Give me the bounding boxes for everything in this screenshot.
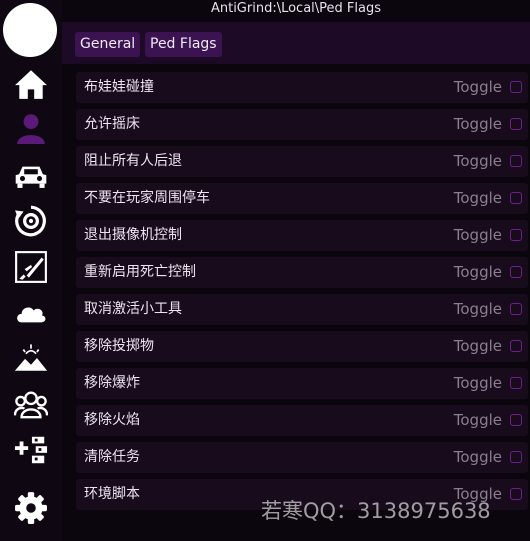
toggle-label: Toggle [453, 78, 502, 96]
person-icon[interactable] [11, 110, 51, 146]
refresh-target-icon[interactable] [11, 203, 51, 239]
list-item[interactable]: 移除火焰 Toggle [76, 405, 528, 436]
row-label: 不要在玩家周围停车 [84, 190, 210, 206]
toggle-checkbox[interactable] [510, 377, 522, 389]
tab-general[interactable]: General [75, 32, 141, 57]
toggle-label: Toggle [453, 337, 502, 355]
toggle-checkbox[interactable] [510, 155, 522, 167]
toggle-label: Toggle [453, 263, 502, 281]
row-label: 重新启用死亡控制 [84, 264, 196, 280]
row-label: 取消激活小工具 [84, 301, 182, 317]
cloud-icon[interactable] [11, 295, 51, 331]
list-item[interactable]: 不要在玩家周围停车 Toggle [76, 183, 528, 214]
avatar[interactable] [3, 3, 57, 57]
toggle-checkbox[interactable] [510, 488, 522, 500]
list-item[interactable]: 取消激活小工具 Toggle [76, 294, 528, 325]
toggle-label: Toggle [453, 448, 502, 466]
toggle-label: Toggle [453, 411, 502, 429]
watermark-text: 若寒QQ：3138975638 [261, 499, 491, 523]
people-icon[interactable] [11, 386, 51, 422]
toggle-checkbox[interactable] [510, 118, 522, 130]
sidebar [0, 0, 62, 541]
row-label: 环境脚本 [84, 486, 140, 502]
toggle-label: Toggle [453, 189, 502, 207]
list-item[interactable]: 重新启用死亡控制 Toggle [76, 257, 528, 288]
toggle-checkbox[interactable] [510, 451, 522, 463]
toggle-label: Toggle [453, 300, 502, 318]
list-item[interactable]: 移除爆炸 Toggle [76, 368, 528, 399]
toggle-checkbox[interactable] [510, 229, 522, 241]
toggle-checkbox[interactable] [510, 81, 522, 93]
list-item[interactable]: 退出摄像机控制 Toggle [76, 220, 528, 251]
toggle-checkbox[interactable] [510, 340, 522, 352]
toggle-label: Toggle [453, 374, 502, 392]
toggle-label: Toggle [453, 152, 502, 170]
row-label: 移除投掷物 [84, 338, 154, 354]
row-label: 布娃娃碰撞 [84, 79, 154, 95]
rifle-icon[interactable] [11, 249, 51, 285]
row-label: 移除火焰 [84, 412, 140, 428]
row-label: 清除任务 [84, 449, 140, 465]
toggle-checkbox[interactable] [510, 266, 522, 278]
toggle-label: Toggle [453, 115, 502, 133]
list-item[interactable]: 布娃娃碰撞 Toggle [76, 72, 528, 103]
toggle-checkbox[interactable] [510, 303, 522, 315]
add-list-icon[interactable] [11, 432, 51, 468]
row-label: 退出摄像机控制 [84, 227, 182, 243]
window-title: AntiGrind:\Local\Ped Flags [210, 1, 382, 16]
home-icon[interactable] [11, 66, 51, 102]
tab-ped-flags[interactable]: Ped Flags [145, 32, 222, 57]
car-icon[interactable] [11, 158, 51, 194]
row-label: 移除爆炸 [84, 375, 140, 391]
tab-bar: General Ped Flags [62, 22, 530, 64]
landscape-icon[interactable] [11, 340, 51, 376]
toggle-checkbox[interactable] [510, 414, 522, 426]
row-label: 允许摇床 [84, 116, 140, 132]
gear-icon[interactable] [11, 490, 51, 526]
list-item[interactable]: 阻止所有人后退 Toggle [76, 146, 528, 177]
toggle-label: Toggle [453, 226, 502, 244]
row-label: 阻止所有人后退 [84, 153, 182, 169]
list-item[interactable]: 移除投掷物 Toggle [76, 331, 528, 362]
toggle-checkbox[interactable] [510, 192, 522, 204]
list-item[interactable]: 允许摇床 Toggle [76, 109, 528, 140]
list-item[interactable]: 清除任务 Toggle [76, 442, 528, 473]
